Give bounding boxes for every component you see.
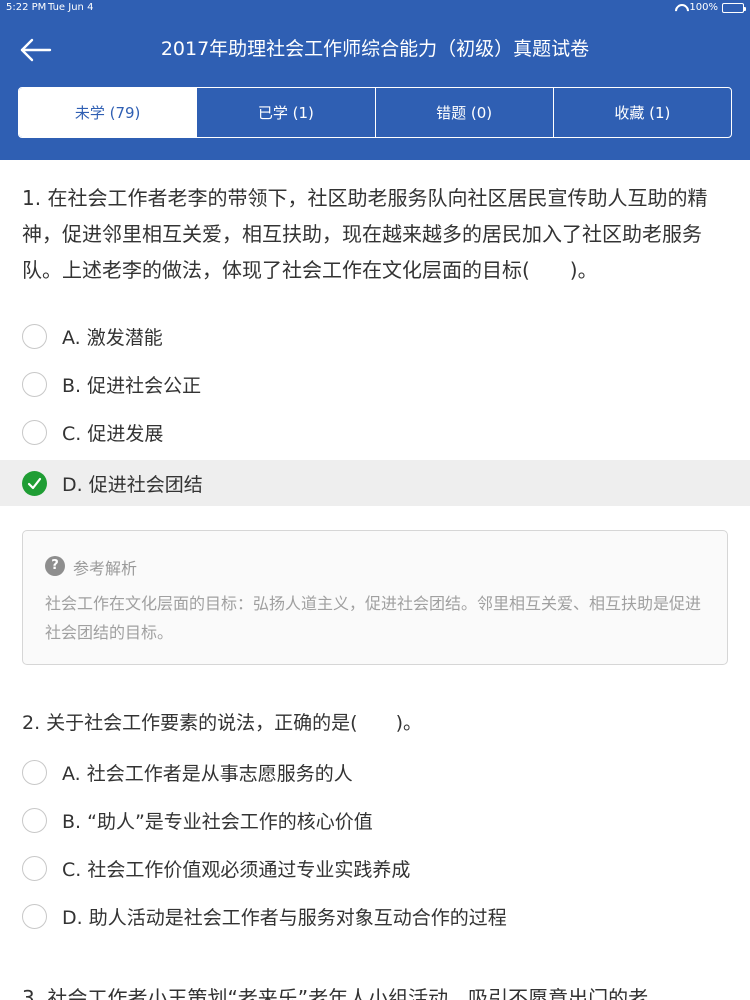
question-2-text: 2. 关于社会工作要素的说法，正确的是( )。 — [22, 712, 422, 734]
status-date: Tue Jun 4 — [48, 2, 94, 13]
option-label: B. “助人”是专业社会工作的核心价值 — [62, 810, 373, 833]
battery-percent: 100% — [689, 2, 718, 13]
question-1-option-a[interactable]: A. 激发潜能 — [0, 313, 750, 359]
check-circle-icon — [22, 470, 47, 496]
question-1-text: 1. 在社会工作者老李的带领下，社区助老服务队向社区居民宣传助人互助的精神，促进… — [22, 186, 708, 282]
battery-icon — [722, 2, 746, 13]
status-time: 5:22 PM — [6, 2, 47, 13]
tab-wrong[interactable]: 错题 (0) — [374, 88, 553, 137]
option-label: A. 激发潜能 — [62, 326, 163, 349]
question-2-option-c[interactable]: C. 社会工作价值观必须通过专业实践养成 — [0, 845, 750, 891]
wifi-icon — [675, 4, 685, 12]
radio-unchecked-icon — [22, 855, 47, 881]
question-1-option-d[interactable]: D. 促进社会团结 — [0, 460, 750, 506]
question-mark-icon: ? — [45, 556, 65, 576]
option-label: D. 助人活动是社会工作者与服务对象互动合作的过程 — [62, 906, 507, 929]
header-bar: 5:22 PM Tue Jun 4 100% 2017年助理社会工作师综合能力（… — [0, 0, 750, 160]
option-label: D. 促进社会团结 — [62, 473, 203, 496]
radio-unchecked-icon — [22, 323, 47, 349]
question-2-option-d[interactable]: D. 助人活动是社会工作者与服务对象互动合作的过程 — [0, 893, 750, 939]
radio-unchecked-icon — [22, 903, 47, 929]
radio-unchecked-icon — [22, 371, 47, 397]
radio-unchecked-icon — [22, 807, 47, 833]
back-button[interactable] — [16, 32, 60, 68]
page-title: 2017年助理社会工作师综合能力（初级）真题试卷 — [160, 38, 590, 60]
question-1-option-c[interactable]: C. 促进发展 — [0, 409, 750, 455]
tab-unlearned[interactable]: 未学 (79) — [19, 88, 197, 137]
option-label: A. 社会工作者是从事志愿服务的人 — [62, 762, 353, 785]
question-1-option-b[interactable]: B. 促进社会公正 — [0, 361, 750, 407]
tab-learned[interactable]: 已学 (1) — [196, 88, 374, 137]
question-2-option-a[interactable]: A. 社会工作者是从事志愿服务的人 — [0, 749, 750, 795]
arrow-left-icon — [20, 38, 52, 62]
status-right: 100% — [675, 2, 746, 13]
tab-bar: 未学 (79) 已学 (1) 错题 (0) 收藏 (1) — [18, 87, 732, 138]
tab-favorites[interactable]: 收藏 (1) — [552, 88, 731, 137]
option-label: B. 促进社会公正 — [62, 374, 202, 397]
analysis-heading: 参考解析 — [73, 559, 138, 578]
option-label: C. 社会工作价值观必须通过专业实践养成 — [62, 858, 411, 881]
radio-unchecked-icon — [22, 419, 47, 445]
analysis-panel: ? 参考解析 社会工作在文化层面的目标：弘扬人道主义，促进社会团结。邻里相互关爱… — [22, 530, 728, 665]
option-label: C. 促进发展 — [62, 422, 164, 445]
question-3-text: 3. 社会工作者小王策划“老来乐”老年人小组活动，吸引不愿意出门的老 — [22, 986, 649, 1000]
question-2-option-b[interactable]: B. “助人”是专业社会工作的核心价值 — [0, 797, 750, 843]
analysis-body: 社会工作在文化层面的目标：弘扬人道主义，促进社会团结。邻里相互关爱、相互扶助是促… — [45, 594, 702, 642]
status-bar: 5:22 PM Tue Jun 4 100% — [0, 0, 750, 16]
radio-unchecked-icon — [22, 759, 47, 785]
